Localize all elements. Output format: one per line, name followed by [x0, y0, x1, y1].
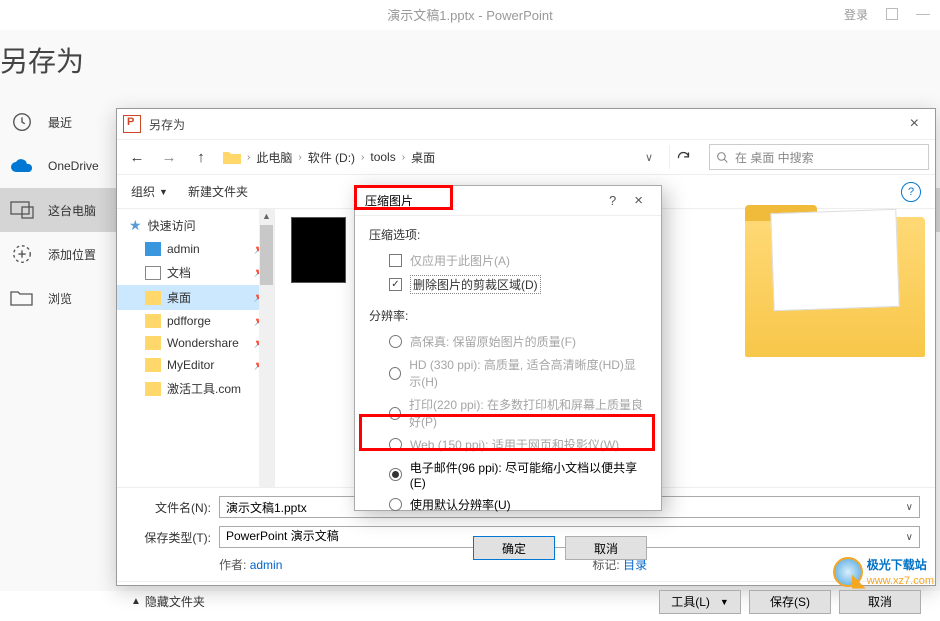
chevron-down-icon[interactable]: ∨ [906, 532, 921, 543]
hide-folders-button[interactable]: ▲隐藏文件夹 [131, 593, 205, 610]
cancel-button[interactable]: 取消 [565, 536, 647, 560]
forward-button[interactable]: → [155, 145, 183, 169]
watermark-url: www.xz7.com [867, 575, 934, 587]
breadcrumb[interactable]: › 此电脑› 软件 (D:)› tools› 桌面 ∨ [219, 144, 661, 170]
titlebar-button-1[interactable] [886, 8, 898, 20]
savetype-label: 保存类型(T): [131, 529, 211, 546]
folder-open-icon [10, 286, 34, 310]
clock-icon [10, 110, 34, 134]
compress-options-heading: 压缩选项: [369, 226, 647, 243]
close-icon[interactable]: × [626, 192, 651, 209]
dialog-navbar: ← → ↑ › 此电脑› 软件 (D:)› tools› 桌面 ∨ 在 桌面 中… [117, 139, 935, 175]
res-default-radio[interactable]: 使用默认分辨率(U) [369, 493, 647, 516]
ok-button[interactable]: 确定 [473, 536, 555, 560]
search-input[interactable]: 在 桌面 中搜索 [709, 144, 929, 170]
checkbox-checked-icon [389, 278, 402, 291]
label: OneDrive [48, 159, 99, 173]
folder-thumbnail[interactable] [745, 217, 925, 357]
author-label: 作者: [219, 558, 246, 572]
folder-icon [145, 358, 161, 372]
close-icon[interactable]: × [900, 115, 929, 133]
label: 添加位置 [48, 246, 96, 263]
res-hd-radio: HD (330 ppi): 高质量, 适合高清晰度(HD)显示(H) [369, 353, 647, 393]
help-icon[interactable]: ? [599, 193, 626, 208]
folder-icon [145, 291, 161, 305]
folder-icon [145, 336, 161, 350]
watermark-brand: 极光下载站 [867, 558, 927, 572]
organize-button[interactable]: 组织▼ [131, 183, 168, 200]
sidebar-item-pdfforge[interactable]: pdfforge📌 [117, 310, 274, 332]
folder-icon [145, 314, 161, 328]
dialog-footer: ▲隐藏文件夹 工具(L)▼ 保存(S) 取消 [117, 581, 935, 621]
checkbox-icon [389, 254, 402, 267]
compress-title: 压缩图片 [365, 192, 413, 209]
resolution-heading: 分辨率: [369, 307, 647, 324]
add-place-icon [10, 242, 34, 266]
pc-icon [10, 198, 34, 222]
minimize-icon[interactable] [916, 14, 930, 15]
sidebar-item-desktop[interactable]: 桌面📌 [117, 285, 274, 310]
apply-only-checkbox: 仅应用于此图片(A) [369, 249, 647, 272]
sidebar-item-wondershare[interactable]: Wondershare📌 [117, 332, 274, 354]
globe-icon [833, 557, 863, 587]
folder-icon [223, 150, 241, 164]
newfolder-button[interactable]: 新建文件夹 [188, 183, 248, 200]
watermark: 极光下载站 www.xz7.com [833, 556, 934, 587]
delete-cropped-checkbox[interactable]: 删除图片的剪裁区域(D) [369, 272, 647, 297]
sidebar-item-docs[interactable]: 文档📌 [117, 260, 274, 285]
desktop-icon [145, 242, 161, 256]
help-icon[interactable]: ? [901, 182, 921, 202]
cloud-icon [10, 154, 34, 178]
label: 浏览 [48, 290, 72, 307]
refresh-button[interactable] [669, 145, 697, 169]
search-placeholder: 在 桌面 中搜索 [735, 149, 814, 166]
folder-icon [145, 382, 161, 396]
radio-icon [389, 367, 401, 380]
save-button[interactable]: 保存(S) [749, 590, 831, 614]
sidebar-scrollbar[interactable]: ▲ [259, 209, 274, 487]
label: 这台电脑 [48, 202, 96, 219]
chevron-down-icon[interactable]: ∨ [645, 151, 653, 164]
login-link[interactable]: 登录 [844, 6, 868, 23]
compress-titlebar: 压缩图片 ? × [355, 186, 661, 216]
radio-icon [389, 335, 402, 348]
chevron-down-icon[interactable]: ∨ [906, 502, 921, 513]
back-button[interactable]: ← [123, 145, 151, 169]
dialog-titlebar: 另存为 × [117, 109, 935, 139]
search-icon [716, 151, 729, 164]
sidebar-item-myeditor[interactable]: MyEditor📌 [117, 354, 274, 376]
res-email-radio[interactable]: 电子邮件(96 ppi): 尽可能缩小文档以便共享(E) [369, 456, 647, 493]
radio-selected-icon [389, 468, 402, 481]
sidebar-item-admin[interactable]: admin📌 [117, 238, 274, 260]
sidebar-item-activate[interactable]: 激活工具.com [117, 376, 274, 401]
res-print-radio: 打印(220 ppi): 在多数打印机和屏幕上质量良好(P) [369, 393, 647, 433]
res-web-radio: Web (150 ppi): 适用于网页和投影仪(W) [369, 433, 647, 456]
star-icon: ★ [129, 217, 142, 234]
filename-label: 文件名(N): [131, 499, 211, 516]
tools-button[interactable]: 工具(L)▼ [659, 590, 741, 614]
cancel-button[interactable]: 取消 [839, 590, 921, 614]
compress-dialog: 压缩图片 ? × 压缩选项: 仅应用于此图片(A) 删除图片的剪裁区域(D) 分… [354, 185, 662, 511]
powerpoint-icon [123, 115, 141, 133]
radio-icon [389, 407, 401, 420]
page-title: 另存为 [0, 30, 940, 100]
author-value[interactable]: admin [250, 558, 283, 572]
dialog-title: 另存为 [149, 116, 185, 133]
up-button[interactable]: ↑ [187, 145, 215, 169]
radio-icon [389, 438, 402, 451]
radio-icon [389, 498, 402, 511]
label: 最近 [48, 114, 72, 131]
res-hifi-radio: 高保真: 保留原始图片的质量(F) [369, 330, 647, 353]
app-title: 演示文稿1.pptx - PowerPoint [387, 5, 552, 24]
dialog-sidebar: ★快速访问 admin📌 文档📌 桌面📌 pdfforge📌 Wondersha… [117, 209, 275, 487]
quick-access-group[interactable]: ★快速访问 [117, 213, 274, 238]
file-thumbnail[interactable] [291, 217, 346, 283]
document-icon [145, 266, 161, 280]
powerpoint-titlebar: 演示文稿1.pptx - PowerPoint 登录 [0, 0, 940, 28]
